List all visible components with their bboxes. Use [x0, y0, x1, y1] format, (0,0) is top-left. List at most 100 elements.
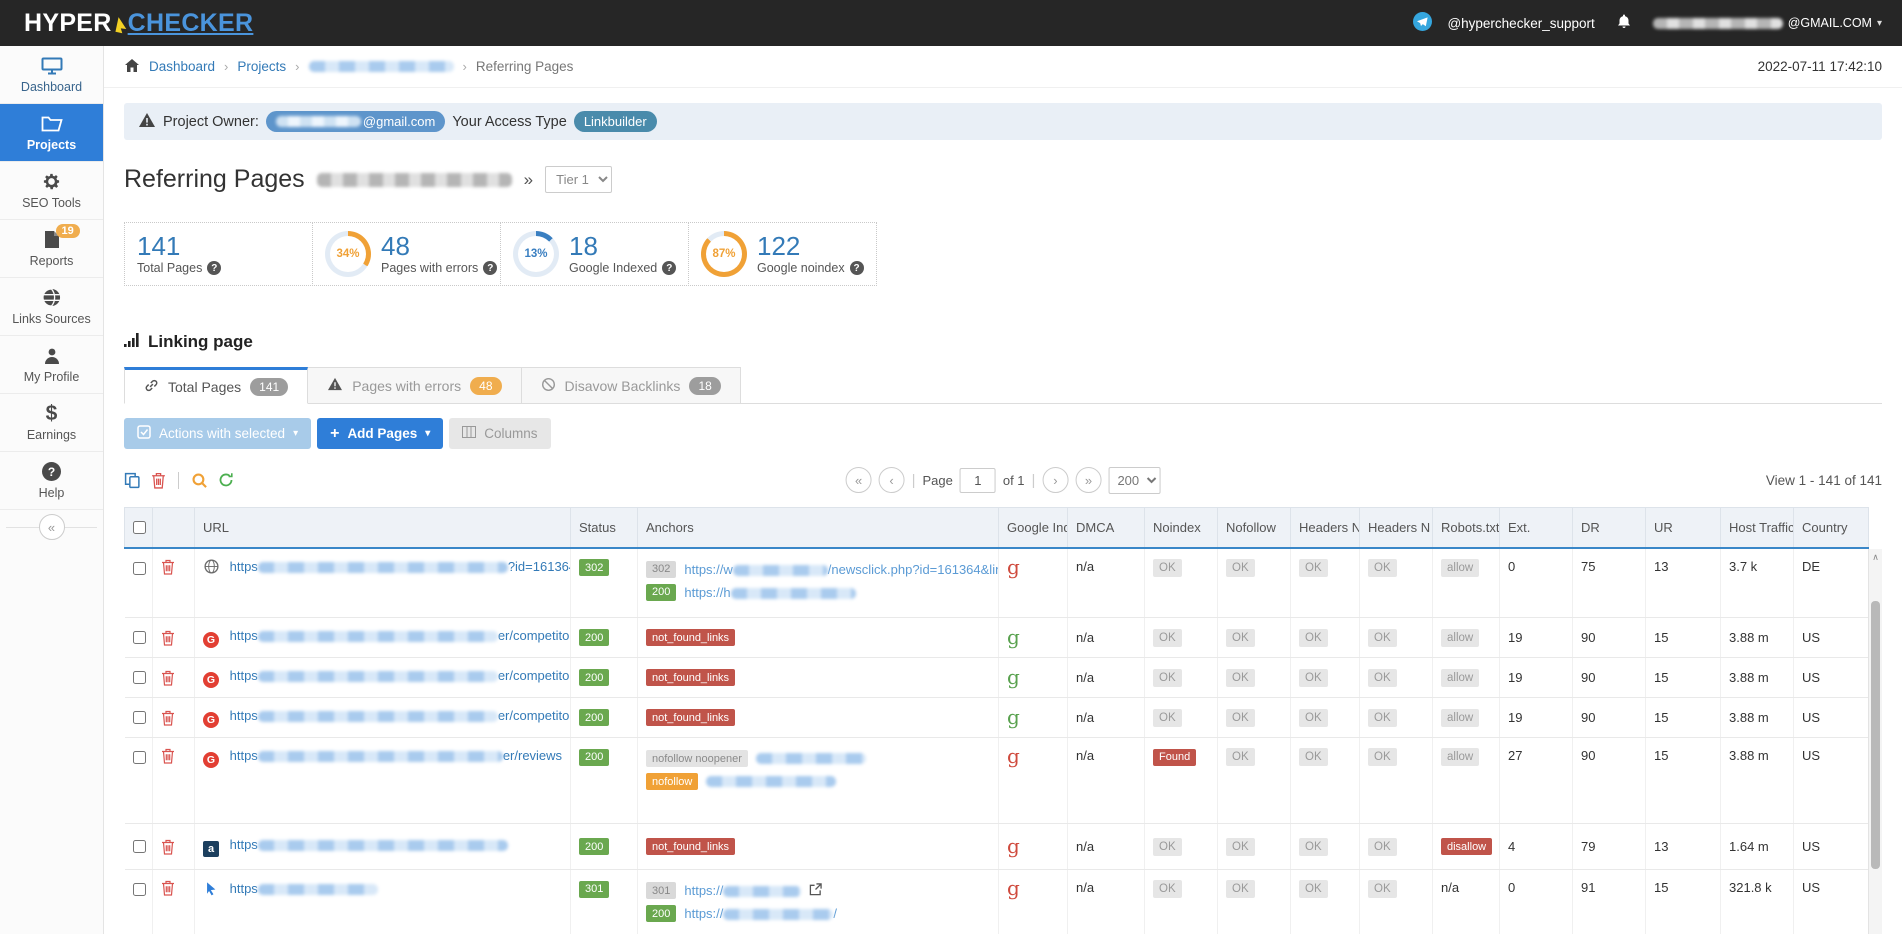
page-url-link[interactable]: httpser/competitors/al	[230, 708, 571, 723]
row-checkbox[interactable]	[133, 840, 146, 853]
row-checkbox[interactable]	[133, 883, 146, 896]
delete-row-icon[interactable]	[161, 839, 186, 855]
headers-badge: OK	[1299, 748, 1328, 766]
help-icon[interactable]: ?	[850, 261, 864, 275]
headers-badge: OK	[1299, 880, 1328, 898]
column-header-anchors[interactable]: Anchors	[638, 508, 999, 548]
actions-with-selected-button[interactable]: Actions with selected ▾	[124, 418, 311, 449]
column-header-headers-1[interactable]: Headers N	[1291, 508, 1360, 548]
sidebar-item-earnings[interactable]: $ Earnings	[0, 394, 103, 452]
page-url-link[interactable]: https	[230, 881, 378, 896]
column-header-noindex[interactable]: Noindex	[1145, 508, 1218, 548]
support-link[interactable]: @hyperchecker_support	[1447, 16, 1594, 31]
page-url-link[interactable]: httpser/competitors/al	[230, 628, 571, 643]
sidebar-item-projects[interactable]: Projects	[0, 104, 103, 162]
column-header-host-traffic[interactable]: Host Traffic	[1721, 508, 1794, 548]
page-url-link[interactable]: httpser/competitors/al	[230, 668, 571, 683]
divider	[178, 472, 179, 489]
donut-chart: 13%	[513, 231, 559, 277]
column-header-url[interactable]: URL	[195, 508, 571, 548]
column-header-nofollow[interactable]: Nofollow	[1218, 508, 1291, 548]
ur-value: 15	[1646, 698, 1721, 738]
add-pages-button[interactable]: + Add Pages ▾	[317, 418, 443, 449]
column-header-status[interactable]: Status	[571, 508, 638, 548]
copy-icon[interactable]	[124, 472, 141, 489]
anchor-link[interactable]: https:///	[684, 906, 837, 921]
trash-icon[interactable]	[151, 472, 166, 489]
row-checkbox[interactable]	[133, 671, 146, 684]
next-page-button[interactable]: ›	[1042, 467, 1068, 493]
delete-row-icon[interactable]	[161, 670, 186, 686]
dr-value: 90	[1573, 738, 1646, 824]
columns-button[interactable]: Columns	[449, 418, 550, 449]
account-menu[interactable]: @GMAIL.COM ▾	[1653, 16, 1882, 30]
prev-page-button[interactable]: ‹	[879, 467, 905, 493]
column-header-dmca[interactable]: DMCA	[1068, 508, 1145, 548]
anchor-link[interactable]: https://	[684, 883, 801, 898]
home-icon[interactable]	[124, 58, 140, 76]
page-url-link[interactable]: https	[230, 837, 508, 852]
sidebar-item-seo-tools[interactable]: SEO Tools	[0, 162, 103, 220]
headers-badge: OK	[1299, 559, 1328, 577]
row-checkbox[interactable]	[133, 711, 146, 724]
search-icon[interactable]	[191, 472, 208, 489]
refresh-icon[interactable]	[218, 472, 234, 488]
delete-row-icon[interactable]	[161, 559, 186, 575]
row-checkbox[interactable]	[133, 562, 146, 575]
sidebar-item-help[interactable]: ? Help	[0, 452, 103, 510]
external-link-icon[interactable]	[809, 883, 822, 899]
column-header-dr[interactable]: DR	[1573, 508, 1646, 548]
delete-row-icon[interactable]	[161, 710, 186, 726]
column-header-ur[interactable]: UR	[1646, 508, 1721, 548]
select-all-checkbox[interactable]	[133, 521, 146, 534]
page-url-link[interactable]: https?id=161364&link	[230, 559, 571, 574]
stats-cards: 141 Total Pages? 34% 48 Pages with error…	[124, 222, 1882, 286]
scrollbar-thumb[interactable]	[1871, 601, 1880, 869]
host-traffic-value: 321.8 k	[1721, 870, 1794, 934]
delete-row-icon[interactable]	[161, 748, 186, 764]
tab-total-pages[interactable]: Total Pages 141	[124, 367, 308, 404]
status-badge: 200	[579, 709, 609, 726]
sidebar-item-my-profile[interactable]: My Profile	[0, 336, 103, 394]
sidebar-item-reports[interactable]: 19 Reports	[0, 220, 103, 278]
page-url-link[interactable]: httpser/reviews	[230, 748, 562, 763]
notifications-bell-icon[interactable]	[1616, 13, 1632, 33]
breadcrumb-dashboard[interactable]: Dashboard	[149, 59, 215, 74]
help-icon[interactable]: ?	[662, 261, 676, 275]
column-header-headers-2[interactable]: Headers N	[1360, 508, 1433, 548]
first-page-button[interactable]: «	[846, 467, 872, 493]
column-header-country[interactable]: Country	[1794, 508, 1869, 548]
app-logo[interactable]: HYPER CHECKER	[24, 9, 253, 38]
row-checkbox[interactable]	[133, 631, 146, 644]
column-header-ext[interactable]: Ext.	[1500, 508, 1573, 548]
anchor-link[interactable]: https://h	[684, 585, 855, 600]
noindex-badge: OK	[1153, 709, 1182, 727]
last-page-button[interactable]: »	[1075, 467, 1101, 493]
breadcrumb-projects[interactable]: Projects	[237, 59, 286, 74]
row-checkbox[interactable]	[133, 751, 146, 764]
bar-chart-icon	[124, 332, 141, 352]
tab-disavow-backlinks[interactable]: Disavow Backlinks 18	[522, 367, 741, 404]
page-size-select[interactable]: 200	[1108, 467, 1160, 494]
help-icon[interactable]: ?	[207, 261, 221, 275]
help-icon[interactable]: ?	[483, 261, 497, 275]
tier-select[interactable]: Tier 1	[545, 166, 612, 193]
scroll-up-icon[interactable]: ∧	[1869, 549, 1882, 565]
column-header-google-indexed[interactable]: Google Ind	[999, 508, 1068, 548]
delete-row-icon[interactable]	[161, 880, 186, 896]
nofollow-badge: OK	[1226, 748, 1255, 766]
tab-pages-with-errors[interactable]: Pages with errors 48	[308, 367, 521, 404]
delete-row-icon[interactable]	[161, 630, 186, 646]
ban-icon	[541, 377, 556, 395]
host-traffic-value: 3.88 m	[1721, 618, 1794, 658]
table-scrollbar[interactable]: ∧	[1868, 549, 1882, 934]
sidebar-item-dashboard[interactable]: Dashboard	[0, 46, 103, 104]
ur-value: 15	[1646, 870, 1721, 934]
anchor-link[interactable]: https://w/newsclick.php?id=161364&lin	[684, 562, 998, 577]
owner-email-pill: @gmail.com	[266, 111, 445, 132]
column-header-robots[interactable]: Robots.txt	[1433, 508, 1500, 548]
page-number-input[interactable]	[960, 468, 996, 493]
page-title: Referring Pages	[124, 165, 305, 194]
sidebar-item-links-sources[interactable]: Links Sources	[0, 278, 103, 336]
sidebar-collapse-button[interactable]: «	[39, 514, 65, 540]
